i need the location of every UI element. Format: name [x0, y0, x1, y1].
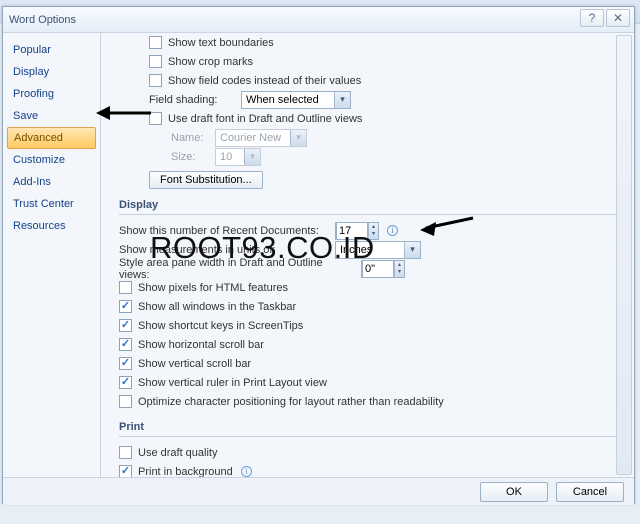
info-icon: i [387, 225, 398, 236]
help-button[interactable]: ? [580, 9, 604, 27]
chevron-down-icon [244, 149, 260, 165]
checkbox[interactable] [119, 465, 132, 477]
input-recent-docs[interactable] [337, 224, 367, 238]
sidebar-item-proofing[interactable]: Proofing [3, 83, 100, 105]
lbl-field-shading: Field shading: [149, 94, 235, 106]
sidebar-item-popular[interactable]: Popular [3, 39, 100, 61]
input-style-area[interactable] [363, 262, 393, 276]
font-substitution-button[interactable]: Font Substitution... [149, 171, 263, 189]
checkbox[interactable] [119, 395, 132, 408]
option-label: Show shortcut keys in ScreenTips [138, 320, 303, 332]
sidebar-item-display[interactable]: Display [3, 61, 100, 83]
close-button[interactable]: ✕ [606, 9, 630, 27]
cancel-button[interactable]: Cancel [556, 482, 624, 502]
sidebar: PopularDisplayProofingSaveAdvancedCustom… [3, 33, 101, 477]
checkbox[interactable] [119, 319, 132, 332]
option-row: Show shortcut keys in ScreenTips [119, 316, 622, 335]
spin-style-area[interactable]: ▴▾ [361, 260, 405, 278]
titlebar: Word Options ? ✕ [3, 7, 634, 33]
option-row: Optimize character positioning for layou… [119, 392, 622, 411]
sidebar-item-resources[interactable]: Resources [3, 215, 100, 237]
option-row: Show vertical scroll bar [119, 354, 622, 373]
dialog-title: Word Options [9, 14, 76, 26]
ok-button[interactable]: OK [480, 482, 548, 502]
lbl-units: Show measurements in units of: [119, 244, 329, 256]
checkbox[interactable] [119, 300, 132, 313]
spin-recent-docs[interactable]: ▴▾ [335, 222, 379, 240]
spinner-arrows-icon: ▴▾ [368, 223, 378, 239]
checkbox[interactable] [119, 376, 132, 389]
option-label: Show all windows in the Taskbar [138, 301, 296, 313]
option-row: Show horizontal scroll bar [119, 335, 622, 354]
lbl-style-area: Style area pane width in Draft and Outli… [119, 257, 355, 281]
option-label: Print in background [138, 466, 233, 478]
sidebar-item-add-ins[interactable]: Add-Ins [3, 171, 100, 193]
lbl-field-codes: Show field codes instead of their values [168, 75, 361, 87]
combo-field-shading[interactable]: When selected [241, 91, 351, 109]
option-row: Show pixels for HTML features [119, 278, 622, 297]
checkbox[interactable] [119, 338, 132, 351]
lbl-draft-font: Use draft font in Draft and Outline view… [168, 113, 362, 125]
option-row: Print in background i [119, 462, 622, 477]
checkbox[interactable] [119, 281, 132, 294]
section-print-header: Print [119, 419, 622, 437]
combo-font-name: Courier New [215, 129, 307, 147]
option-label: Show vertical scroll bar [138, 358, 251, 370]
combo-font-size: 10 [215, 148, 261, 166]
chk-draft-font[interactable] [149, 112, 162, 125]
sidebar-item-customize[interactable]: Customize [3, 149, 100, 171]
section-display-header: Display [119, 197, 622, 215]
chk-field-codes[interactable] [149, 74, 162, 87]
checkbox[interactable] [119, 446, 132, 459]
option-label: Show horizontal scroll bar [138, 339, 264, 351]
info-icon: i [241, 466, 252, 477]
sidebar-item-trust-center[interactable]: Trust Center [3, 193, 100, 215]
lbl-recent-docs: Show this number of Recent Documents: [119, 225, 329, 237]
chevron-down-icon [404, 242, 420, 258]
chk-text-boundaries[interactable] [149, 36, 162, 49]
sidebar-item-advanced[interactable]: Advanced [7, 127, 96, 149]
option-label: Optimize character positioning for layou… [138, 396, 444, 408]
spinner-arrows-icon: ▴▾ [394, 261, 404, 277]
option-row: Show vertical ruler in Print Layout view [119, 373, 622, 392]
word-options-dialog: Word Options ? ✕ PopularDisplayProofingS… [2, 6, 635, 504]
option-label: Show pixels for HTML features [138, 282, 288, 294]
lbl-crop-marks: Show crop marks [168, 56, 253, 68]
lbl-font-name: Name: [171, 132, 209, 144]
lbl-text-boundaries: Show text boundaries [168, 37, 274, 49]
lbl-font-size: Size: [171, 151, 209, 163]
dialog-footer: OK Cancel [3, 477, 634, 505]
chevron-down-icon [290, 130, 306, 146]
option-row: Use draft quality [119, 443, 622, 462]
option-row: Show all windows in the Taskbar [119, 297, 622, 316]
option-label: Use draft quality [138, 447, 217, 459]
option-label: Show vertical ruler in Print Layout view [138, 377, 327, 389]
chevron-down-icon [334, 92, 350, 108]
checkbox[interactable] [119, 357, 132, 370]
chk-crop-marks[interactable] [149, 55, 162, 68]
sidebar-item-save[interactable]: Save [3, 105, 100, 127]
options-content: Show text boundaries Show crop marks Sho… [101, 33, 634, 477]
